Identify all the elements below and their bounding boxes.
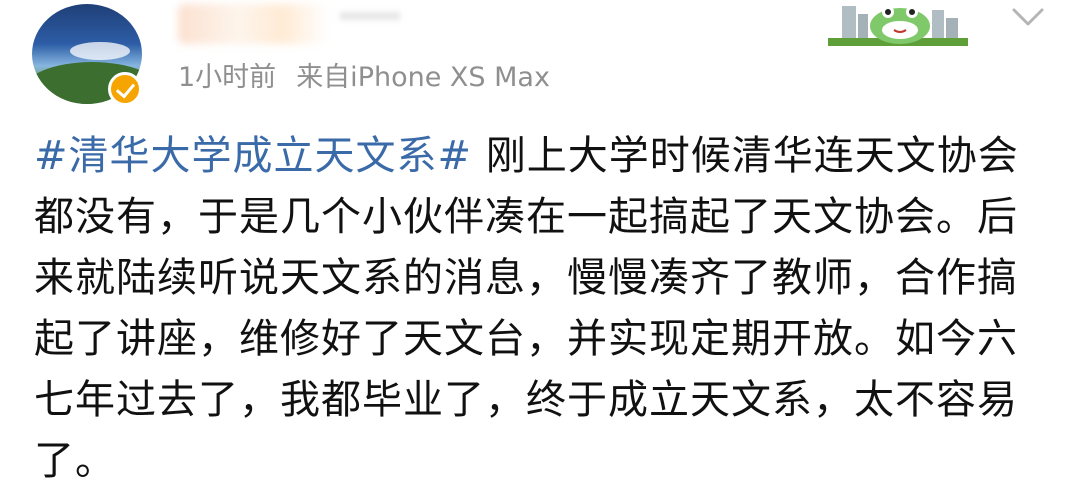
post-source: 来自iPhone XS Max [296, 62, 550, 93]
frog-sticker-icon [828, 6, 968, 46]
chevron-down-icon[interactable] [1008, 2, 1048, 32]
post-meta: 1小时前 来自iPhone XS Max [178, 58, 550, 98]
avatar-cloud [70, 42, 130, 60]
post-body: 刚上大学时候清华连天文协会都没有，于是几个小伙伴凑在一起搞起了天文协会。后来就陆… [34, 133, 1019, 482]
blurred-username[interactable] [178, 4, 328, 44]
verified-badge-icon [108, 72, 142, 106]
blurred-username-extra [340, 12, 400, 20]
topic-link[interactable]: #清华大学成立天文系# [34, 133, 472, 179]
weibo-post: 1小时前 来自iPhone XS Max #清华大学成立天文系# 刚上大学时候清华… [0, 0, 1080, 482]
post-time: 1小时前 [178, 62, 277, 93]
post-content: #清华大学成立天文系# 刚上大学时候清华连天文协会都没有，于是几个小伙伴凑在一起… [34, 126, 1034, 482]
